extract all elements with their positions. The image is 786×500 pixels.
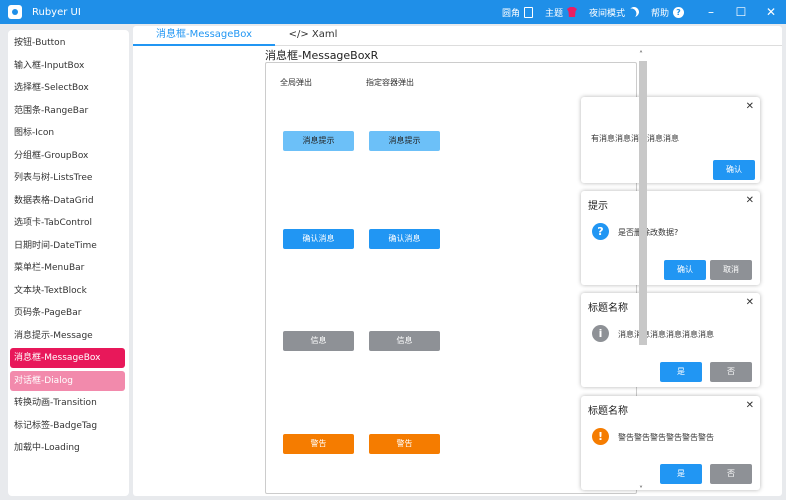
dialog-title: 标题名称: [588, 299, 628, 314]
dialog-cancel-button[interactable]: 取消: [710, 260, 752, 280]
main-panel: 消息框-MessageBox </> Xaml 消息框-MessageBoxR …: [133, 26, 782, 496]
global-confirm-button[interactable]: 确认消息: [283, 229, 354, 249]
title-bar: Rubyer UI 圆角 主题 夜间模式 帮助? – ☐ ✕: [0, 0, 786, 24]
close-button[interactable]: ✕: [756, 5, 786, 19]
column-label-container: 指定容器弹出: [366, 77, 414, 88]
container-warning-button[interactable]: 警告: [369, 434, 440, 454]
scrollbar-thumb[interactable]: [639, 61, 647, 345]
theme-button[interactable]: 主题: [545, 6, 577, 19]
container-confirm-button[interactable]: 确认消息: [369, 229, 440, 249]
dialog-confirm-button[interactable]: 确认: [713, 160, 755, 180]
sidebar: 按钮-Button 输入框-InputBox选择框-SelectBox 范围条-Ra…: [8, 30, 129, 496]
sidebar-item[interactable]: 图标-Icon: [10, 123, 125, 143]
dialog-title: 提示: [588, 197, 608, 212]
app-logo-icon: [8, 5, 22, 19]
sidebar-item[interactable]: 加载中-Loading: [10, 438, 125, 458]
sidebar-item[interactable]: 分组框-GroupBox: [10, 146, 125, 166]
dialog-yes-button[interactable]: 是: [660, 464, 702, 484]
theme-label: 主题: [545, 6, 563, 19]
dialog-title: 标题名称: [588, 402, 628, 417]
question-icon: ?: [592, 223, 609, 240]
dialog-yes-button[interactable]: 是: [660, 362, 702, 382]
dialog-message: 有消息消息消息消息消息: [591, 133, 679, 144]
dialog-message: 是否删除改数据?: [618, 227, 678, 238]
help-label: 帮助: [651, 6, 669, 19]
maximize-button[interactable]: ☐: [726, 5, 756, 19]
dialog-no-button[interactable]: 否: [710, 464, 752, 484]
moon-icon: [627, 5, 641, 19]
warning-dialog: 标题名称 ✕ ! 警告警告警告警告警告警告 是 否: [581, 396, 760, 490]
minimize-button[interactable]: –: [696, 5, 726, 19]
column-label-global: 全局弹出: [280, 77, 312, 88]
sidebar-item[interactable]: 按钮-Button: [10, 33, 125, 53]
sidebar-item[interactable]: 输入框-InputBox: [10, 56, 125, 76]
tab-messagebox[interactable]: 消息框-MessageBox: [133, 26, 275, 46]
sidebar-item[interactable]: 列表与树-ListsTree: [10, 168, 125, 188]
close-icon[interactable]: ✕: [746, 101, 754, 112]
sidebar-item[interactable]: 标记标签-BadgeTag: [10, 416, 125, 436]
warning-icon: !: [592, 428, 609, 445]
app-title: Rubyer UI: [32, 7, 81, 18]
sidebar-item[interactable]: 日期时间-DateTime: [10, 236, 125, 256]
sidebar-item[interactable]: 选择框-SelectBox: [10, 78, 125, 98]
help-icon: ?: [673, 7, 684, 18]
rounded-corner-icon: [524, 7, 533, 18]
sidebar-item[interactable]: 范围条-RangeBar: [10, 101, 125, 121]
close-icon[interactable]: ✕: [746, 195, 754, 206]
night-mode-toggle[interactable]: 夜间模式: [589, 6, 639, 19]
sidebar-item[interactable]: 菜单栏-MenuBar: [10, 258, 125, 278]
dialog-message: 警告警告警告警告警告警告: [618, 432, 714, 443]
dialog-no-button[interactable]: 否: [710, 362, 752, 382]
message-dialog: ✕ 有消息消息消息消息消息 确认: [581, 97, 760, 183]
sidebar-item[interactable]: 页码条-PageBar: [10, 303, 125, 323]
demo-panel: 全局弹出 指定容器弹出 消息提示 消息提示 确认消息 确认消息 信息 信息 警告…: [265, 62, 637, 494]
dialog-confirm-button[interactable]: 确认: [664, 260, 706, 280]
global-info-button[interactable]: 信息: [283, 331, 354, 351]
container-message-button[interactable]: 消息提示: [369, 131, 440, 151]
container-info-button[interactable]: 信息: [369, 331, 440, 351]
sidebar-item[interactable]: 消息框-MessageBox: [10, 348, 125, 368]
sidebar-item[interactable]: 对话框-Dialog: [10, 371, 125, 391]
info-icon: i: [592, 325, 609, 342]
close-icon[interactable]: ✕: [746, 400, 754, 411]
shirt-icon: [567, 7, 577, 17]
help-button[interactable]: 帮助?: [651, 6, 684, 19]
scroll-down-icon[interactable]: ˅: [639, 485, 643, 494]
global-message-button[interactable]: 消息提示: [283, 131, 354, 151]
tab-xaml[interactable]: </> Xaml: [283, 26, 343, 46]
close-icon[interactable]: ✕: [746, 297, 754, 308]
page-title: 消息框-MessageBoxR: [265, 47, 378, 63]
corner-label: 圆角: [502, 6, 520, 19]
sidebar-item[interactable]: 消息提示-Message: [10, 326, 125, 346]
tab-bar: 消息框-MessageBox </> Xaml: [133, 26, 782, 46]
corner-toggle[interactable]: 圆角: [502, 6, 533, 19]
info-dialog: 标题名称 ✕ i 消息消息消息消息消息消息 是 否: [581, 293, 760, 387]
scroll-up-icon[interactable]: ˄: [639, 50, 643, 59]
sidebar-item[interactable]: 数据表格-DataGrid: [10, 191, 125, 211]
dialog-message: 消息消息消息消息消息消息: [618, 329, 714, 340]
global-warning-button[interactable]: 警告: [283, 434, 354, 454]
sidebar-item[interactable]: 选项卡-TabControl: [10, 213, 125, 233]
confirm-dialog: 提示 ✕ ? 是否删除改数据? 确认 取消: [581, 191, 760, 285]
sidebar-item[interactable]: 转换动画-Transition: [10, 393, 125, 413]
night-label: 夜间模式: [589, 6, 625, 19]
vertical-scrollbar[interactable]: ˄ ˅: [637, 58, 648, 496]
sidebar-item[interactable]: 文本块-TextBlock: [10, 281, 125, 301]
